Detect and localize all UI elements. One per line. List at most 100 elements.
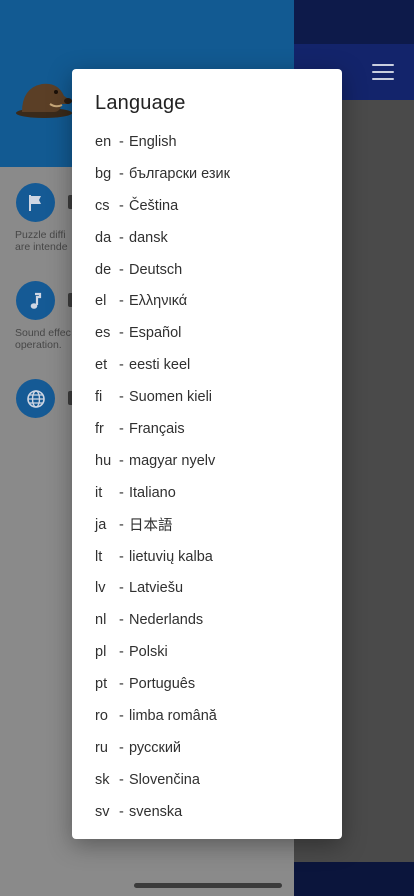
language-separator: - — [119, 293, 124, 310]
language-code: pt — [95, 676, 108, 693]
language-option-lv[interactable]: lv - Latviešu — [95, 572, 335, 604]
description-line: Puzzle diffi — [15, 229, 66, 241]
language-name: Suomen kieli — [129, 389, 213, 406]
language-name: Deutsch — [129, 261, 183, 278]
language-separator: - — [119, 739, 124, 756]
language-code: sv — [95, 803, 110, 820]
music-note-icon — [30, 292, 41, 309]
language-setting-button[interactable] — [16, 379, 55, 418]
language-code: es — [95, 325, 111, 342]
language-option-et[interactable]: et - eesti keel — [95, 349, 335, 381]
language-name: English — [129, 133, 177, 150]
flag-icon — [28, 194, 41, 211]
language-name: Polski — [129, 644, 168, 661]
language-code: fr — [95, 420, 104, 437]
language-option-cs[interactable]: cs - Čeština — [95, 190, 335, 222]
language-code: bg — [95, 165, 112, 182]
language-code: pl — [95, 644, 107, 661]
language-code: it — [95, 484, 103, 501]
language-list: en - English bg - български език cs - Čeština da -… — [95, 126, 335, 828]
language-name: Nederlands — [129, 612, 204, 629]
language-separator: - — [119, 676, 124, 693]
language-code: hu — [95, 452, 112, 469]
language-name: Ελληνικά — [129, 293, 188, 310]
language-option-lt[interactable]: lt - lietuvių kalba — [95, 541, 335, 573]
language-separator: - — [119, 612, 124, 629]
sound-setting-button[interactable] — [16, 281, 55, 320]
difficulty-setting-button[interactable] — [16, 183, 55, 222]
language-option-it[interactable]: it - Italiano — [95, 477, 335, 509]
difficulty-setting-description: Puzzle diffi are intende — [15, 229, 79, 253]
language-code: el — [95, 293, 107, 310]
language-name: limba română — [129, 707, 217, 724]
language-separator: - — [119, 771, 124, 788]
language-option-da[interactable]: da - dansk — [95, 222, 335, 254]
language-option-en[interactable]: en - English — [95, 126, 335, 158]
language-name: Čeština — [129, 197, 179, 214]
language-name: svenska — [129, 803, 183, 820]
language-option-hu[interactable]: hu - magyar nyelv — [95, 445, 335, 477]
language-separator: - — [119, 548, 124, 565]
language-name: русский — [129, 739, 182, 756]
language-option-ro[interactable]: ro - limba română — [95, 700, 335, 732]
language-option-fr[interactable]: fr - Français — [95, 413, 335, 445]
language-separator: - — [119, 516, 124, 533]
language-name: Español — [129, 325, 182, 342]
language-name: Slovenčina — [129, 771, 200, 788]
language-option-ja[interactable]: ja - 日本語 — [95, 509, 335, 541]
language-separator: - — [119, 165, 124, 182]
language-name: Latviešu — [129, 580, 184, 597]
language-separator: - — [119, 197, 124, 214]
language-option-sk[interactable]: sk - Slovenčina — [95, 764, 335, 796]
description-line: operation. — [15, 339, 62, 351]
description-line: Sound effec — [15, 327, 71, 339]
language-separator: - — [119, 133, 124, 150]
language-code: sk — [95, 771, 110, 788]
language-code: nl — [95, 612, 107, 629]
description-line: are intende — [15, 241, 68, 253]
language-separator: - — [119, 389, 124, 406]
language-option-de[interactable]: de - Deutsch — [95, 254, 335, 286]
language-code: de — [95, 261, 112, 278]
language-code: lt — [95, 548, 103, 565]
language-code: da — [95, 229, 112, 246]
dialog-title: Language — [95, 92, 186, 114]
language-option-fi[interactable]: fi - Suomen kieli — [95, 381, 335, 413]
language-option-pt[interactable]: pt - Português — [95, 668, 335, 700]
language-option-ru[interactable]: ru - русский — [95, 732, 335, 764]
language-code: ja — [95, 516, 107, 533]
language-separator: - — [119, 707, 124, 724]
language-code: lv — [95, 580, 106, 597]
language-separator: - — [119, 229, 124, 246]
language-code: ru — [95, 739, 108, 756]
language-name: Français — [129, 420, 185, 437]
sound-setting-description: Sound effec operation. — [15, 327, 79, 351]
globe-icon — [26, 389, 45, 408]
language-code: fi — [95, 389, 103, 406]
language-option-sv[interactable]: sv - svenska — [95, 796, 335, 828]
language-separator: - — [119, 452, 124, 469]
language-option-nl[interactable]: nl - Nederlands — [95, 604, 335, 636]
language-name: eesti keel — [129, 357, 191, 374]
language-code: en — [95, 133, 112, 150]
language-separator: - — [119, 420, 124, 437]
language-code: ro — [95, 707, 108, 724]
mole-logo-icon — [16, 83, 72, 118]
language-dialog: Language en - English bg - български език cs - Č… — [72, 69, 342, 839]
language-name: lietuvių kalba — [129, 548, 213, 565]
home-indicator — [134, 883, 282, 888]
language-code: cs — [95, 197, 110, 214]
language-option-el[interactable]: el - Ελληνικά — [95, 285, 335, 317]
language-option-pl[interactable]: pl - Polski — [95, 636, 335, 668]
language-name: Italiano — [129, 484, 176, 501]
language-option-es[interactable]: es - Español — [95, 317, 335, 349]
language-name: magyar nyelv — [129, 452, 216, 469]
language-separator: - — [119, 644, 124, 661]
language-separator: - — [119, 803, 124, 820]
language-name: Português — [129, 676, 196, 693]
menu-icon[interactable] — [372, 64, 394, 80]
language-option-bg[interactable]: bg - български език — [95, 158, 335, 190]
language-separator: - — [119, 261, 124, 278]
language-name: dansk — [129, 229, 168, 246]
language-code: et — [95, 357, 108, 374]
